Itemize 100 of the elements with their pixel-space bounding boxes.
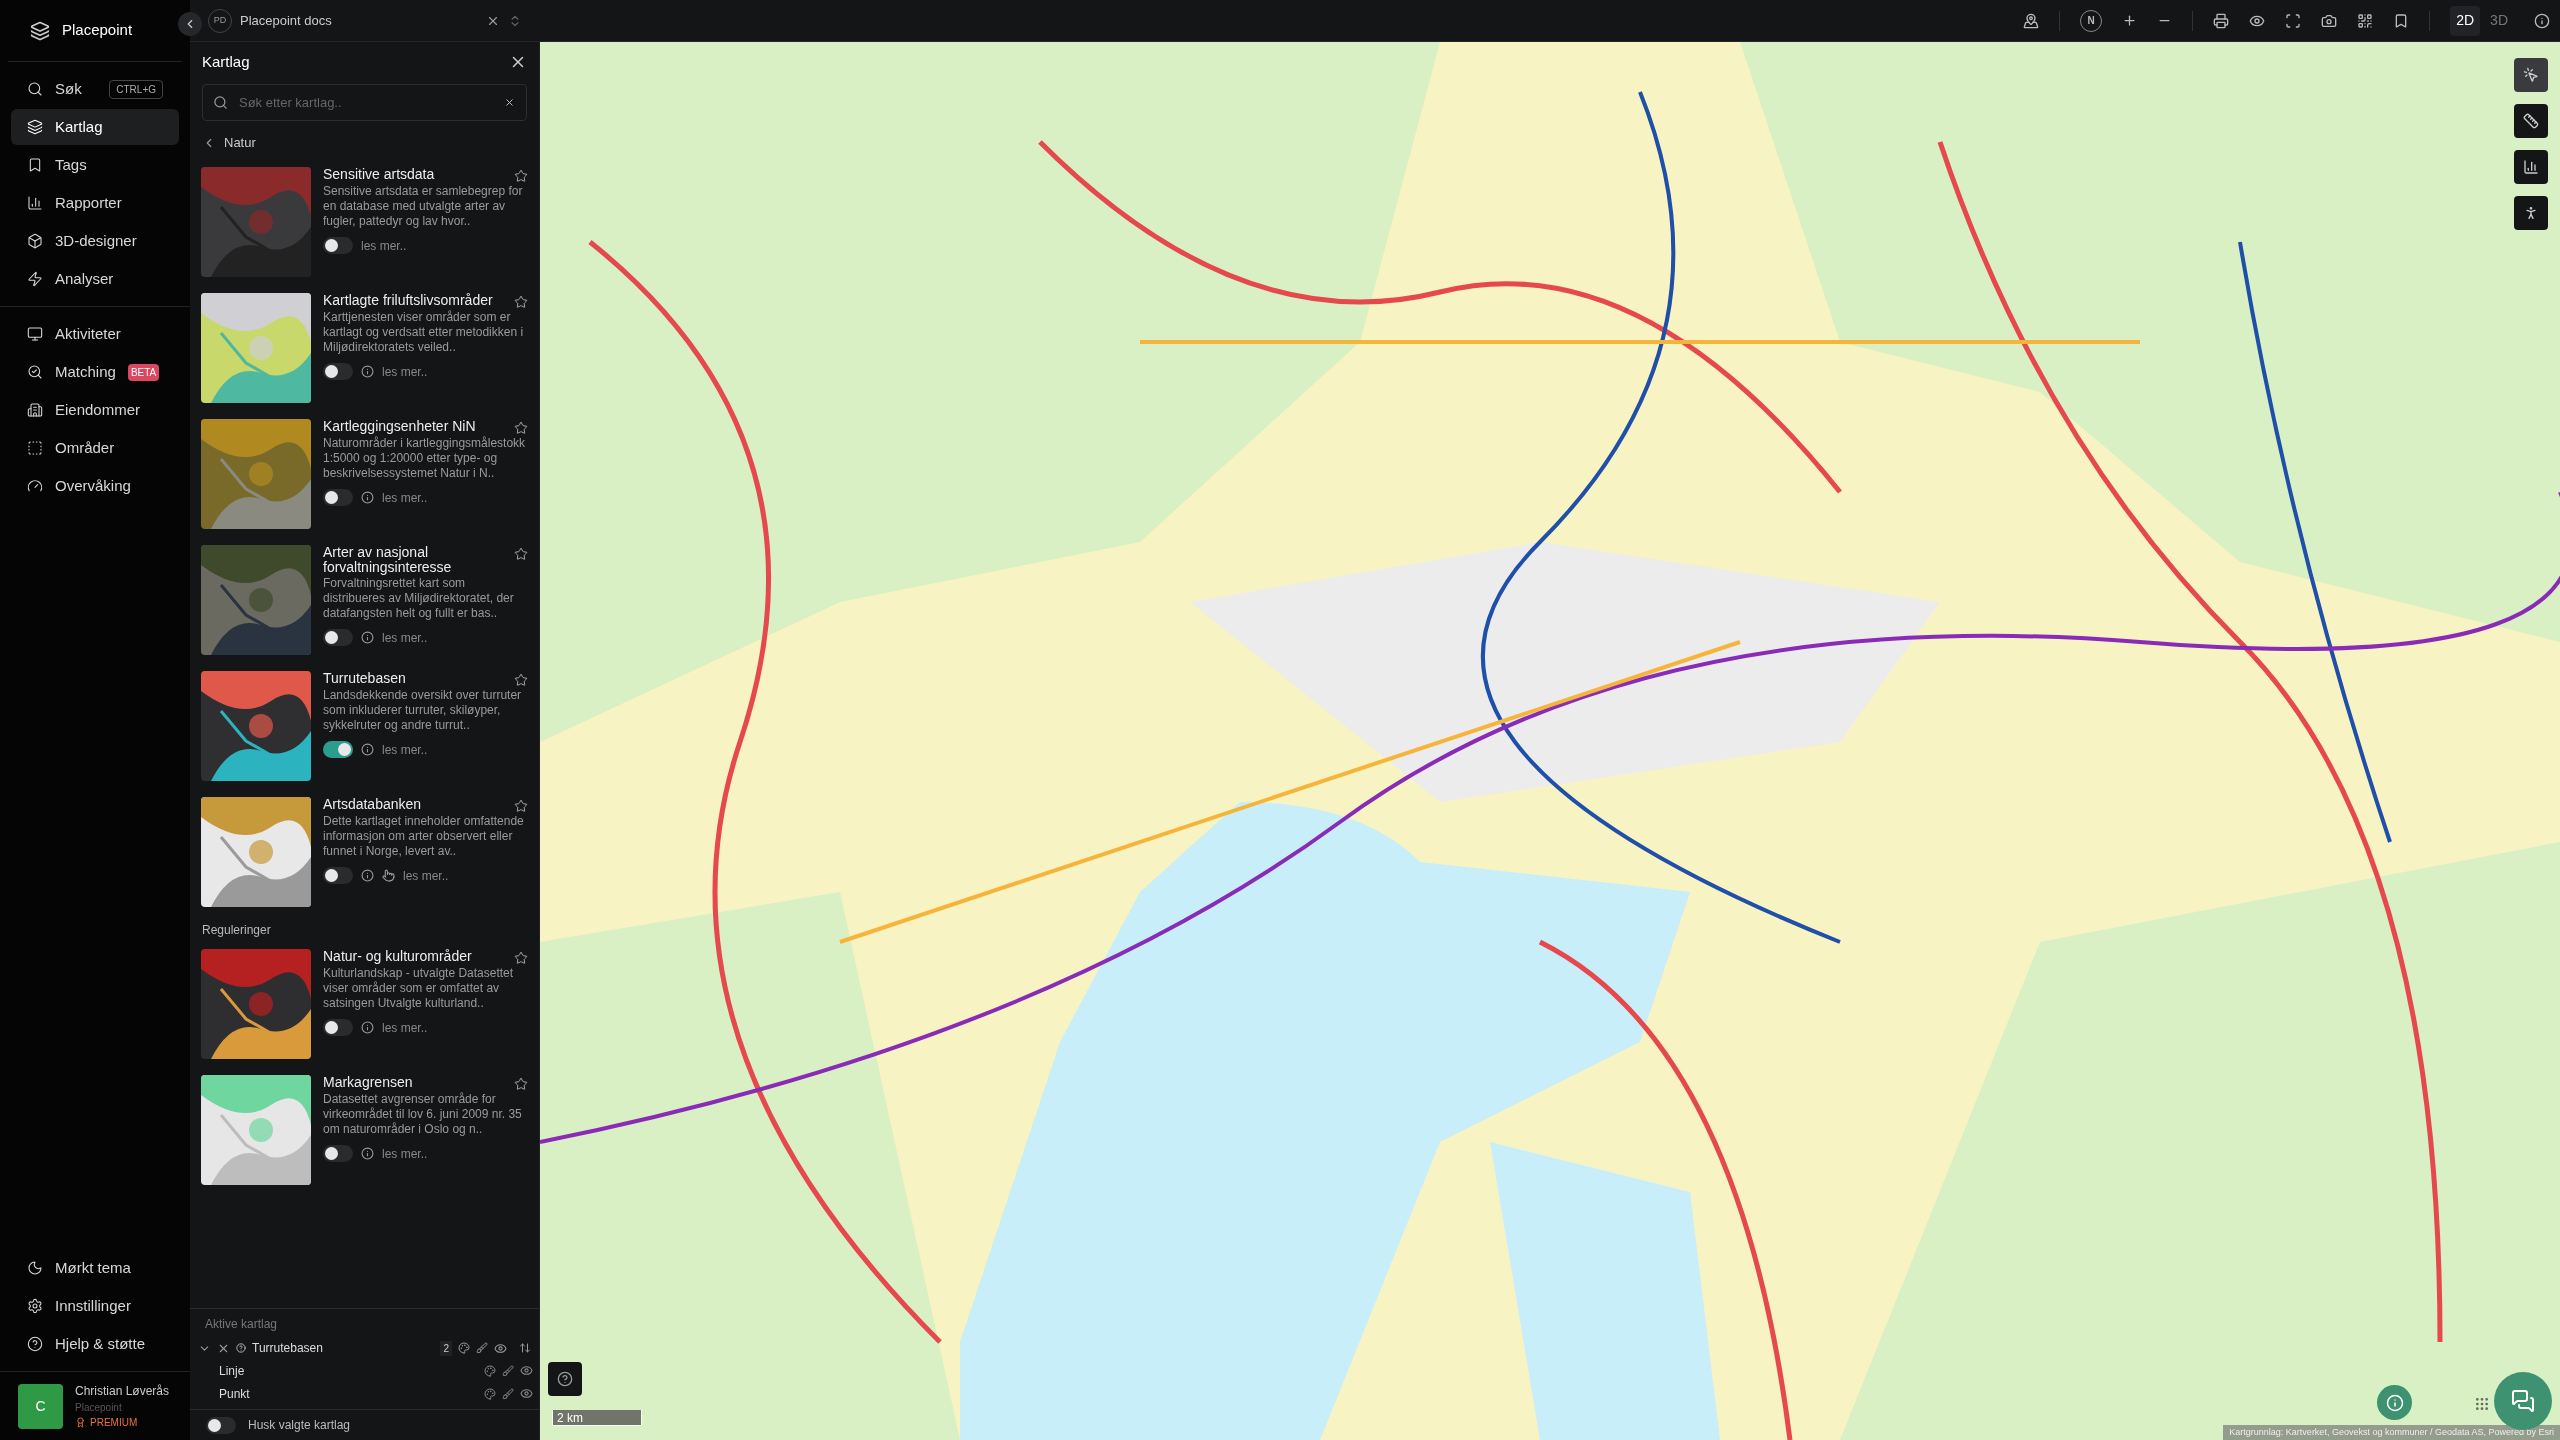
nav-label: Mørkt tema xyxy=(55,1257,131,1278)
map-tool-button[interactable] xyxy=(2514,196,2548,230)
user-avatar[interactable]: C xyxy=(18,1383,63,1429)
logo-icon xyxy=(30,20,50,41)
nav-item[interactable]: Overvåking xyxy=(11,468,179,504)
nav-label: Innstillinger xyxy=(55,1295,131,1316)
printer-icon[interactable] xyxy=(2213,12,2230,29)
toggle-switch[interactable] xyxy=(323,237,353,254)
toggle-switch[interactable] xyxy=(323,629,353,646)
map-tool-button[interactable] xyxy=(2514,58,2548,92)
read-more-link[interactable]: les mer.. xyxy=(361,236,407,255)
nav-item[interactable]: Kartlag xyxy=(11,109,179,145)
star-icon[interactable] xyxy=(514,546,528,561)
toggle-switch[interactable] xyxy=(206,1416,236,1434)
nav-item[interactable]: Rapporter xyxy=(11,185,179,221)
brush-icon[interactable] xyxy=(476,1342,488,1354)
toggle-switch[interactable] xyxy=(323,489,353,506)
star-icon[interactable] xyxy=(514,1076,528,1091)
attribution-text: Kartgrunnlag: Kartverket, Geovekst og kommuner / Geodata AS, Powered by Esri xyxy=(2223,1424,2560,1440)
info-icon[interactable] xyxy=(361,491,374,504)
zoom-in-icon[interactable] xyxy=(2122,13,2138,28)
map-tool-button[interactable] xyxy=(2514,150,2548,184)
nav-item[interactable]: Matching BETA xyxy=(11,354,179,390)
read-more-link[interactable]: les mer.. xyxy=(382,740,428,759)
collapse-button[interactable] xyxy=(178,12,202,36)
toggle-switch[interactable] xyxy=(323,363,353,380)
moon-icon xyxy=(27,1260,43,1276)
award-icon xyxy=(75,1417,86,1428)
reorder-icon[interactable] xyxy=(519,1342,531,1354)
help-button[interactable] xyxy=(548,1362,582,1396)
info-icon[interactable] xyxy=(361,365,374,378)
brush-icon[interactable] xyxy=(502,1364,514,1377)
nav-item[interactable]: Aktiviteter xyxy=(11,316,179,352)
read-more-link[interactable]: les mer.. xyxy=(382,1144,428,1163)
search-field[interactable]: Søk etter kartlag.. xyxy=(202,84,527,121)
star-icon[interactable] xyxy=(514,672,528,687)
map-tool-button[interactable] xyxy=(2514,104,2548,138)
grip-icon[interactable] xyxy=(2474,1396,2490,1412)
info-icon[interactable] xyxy=(361,869,374,882)
nav-item[interactable]: Søk CTRL+G xyxy=(11,71,179,107)
palette-icon[interactable] xyxy=(458,1342,470,1354)
nav-label: 3D-designer xyxy=(55,230,137,251)
nav-item[interactable]: Analyser xyxy=(11,261,179,297)
layer-description: Sensitive artsdata er samlebegrep for en database med utvalgte arter av fugler, pattedyr og lav hvor.. xyxy=(323,183,524,229)
nav-item[interactable]: Tags xyxy=(11,147,179,183)
layer-description: Datasettet avgrenser område for virkeområdet til lov 6. juni 2009 nr. 35 om naturområder i Oslo og n.. xyxy=(323,1091,523,1137)
clear-icon[interactable] xyxy=(504,97,515,108)
read-more-link[interactable]: les mer.. xyxy=(382,362,428,381)
fullscreen-icon[interactable] xyxy=(2285,12,2302,29)
hand-icon[interactable] xyxy=(382,869,395,882)
back-link[interactable]: Natur xyxy=(224,133,256,153)
toggle-switch[interactable] xyxy=(323,1019,353,1036)
star-icon[interactable] xyxy=(514,168,528,183)
info-icon[interactable] xyxy=(2534,12,2550,29)
read-more-link[interactable]: les mer.. xyxy=(403,866,449,885)
palette-icon[interactable] xyxy=(484,1387,496,1400)
tab-title[interactable]: Placepoint docs xyxy=(240,10,478,31)
brush-icon[interactable] xyxy=(502,1387,514,1400)
nav-label: Aktiviteter xyxy=(55,323,121,344)
eye-icon[interactable] xyxy=(494,1341,507,1355)
nav-item[interactable]: Eiendommer xyxy=(11,392,179,428)
nav-label: Overvåking xyxy=(55,475,131,496)
eye-icon[interactable] xyxy=(520,1387,533,1400)
palette-icon[interactable] xyxy=(484,1364,496,1377)
read-more-link[interactable]: les mer.. xyxy=(382,488,428,507)
sublayer-name: Punkt xyxy=(219,1385,251,1403)
layer-description: Forvaltningsrettet kart som distribueres av Miljødirektoratet, der datafangsten helt og fullt er bas.. xyxy=(323,575,515,621)
star-icon[interactable] xyxy=(514,798,528,813)
info-icon[interactable] xyxy=(361,1147,374,1160)
nav-item[interactable]: Områder xyxy=(11,430,179,466)
panel-title: Kartlag xyxy=(202,51,250,72)
nav-label: Søk xyxy=(55,78,82,99)
read-more-link[interactable]: les mer.. xyxy=(382,628,428,647)
read-more-link[interactable]: les mer.. xyxy=(382,1018,428,1037)
info-icon[interactable] xyxy=(361,631,374,644)
camera-icon[interactable] xyxy=(2321,12,2338,29)
nav-item[interactable]: 3D-designer xyxy=(11,223,179,259)
layer-title: Turrutebasen xyxy=(323,670,407,686)
monitor-icon xyxy=(27,326,43,342)
star-icon[interactable] xyxy=(514,950,528,965)
toggle-switch[interactable] xyxy=(323,1145,353,1162)
walking-figure-icon xyxy=(2523,205,2539,221)
toggle-switch[interactable] xyxy=(323,741,353,758)
building-icon xyxy=(27,402,43,418)
info-icon[interactable] xyxy=(361,743,374,756)
nav-item[interactable]: Innstillinger xyxy=(11,1288,179,1324)
star-icon[interactable] xyxy=(514,420,528,435)
nav-item[interactable]: Hjelp & støtte xyxy=(11,1326,179,1362)
view-mode-tab[interactable]: 2D xyxy=(2450,5,2481,36)
help-icon[interactable] xyxy=(236,1343,246,1353)
star-icon[interactable] xyxy=(514,294,528,309)
view-mode-tab[interactable]: 3D xyxy=(2484,5,2514,36)
info-icon[interactable] xyxy=(361,1021,374,1034)
nav-item[interactable]: Mørkt tema xyxy=(11,1250,179,1286)
ruler-icon xyxy=(2523,113,2539,129)
location-pin-icon[interactable] xyxy=(2023,12,2040,29)
eye-icon[interactable] xyxy=(520,1364,533,1377)
qr-code-icon[interactable] xyxy=(2357,12,2374,29)
info-icon xyxy=(2385,1393,2404,1412)
toggle-switch[interactable] xyxy=(323,867,353,884)
